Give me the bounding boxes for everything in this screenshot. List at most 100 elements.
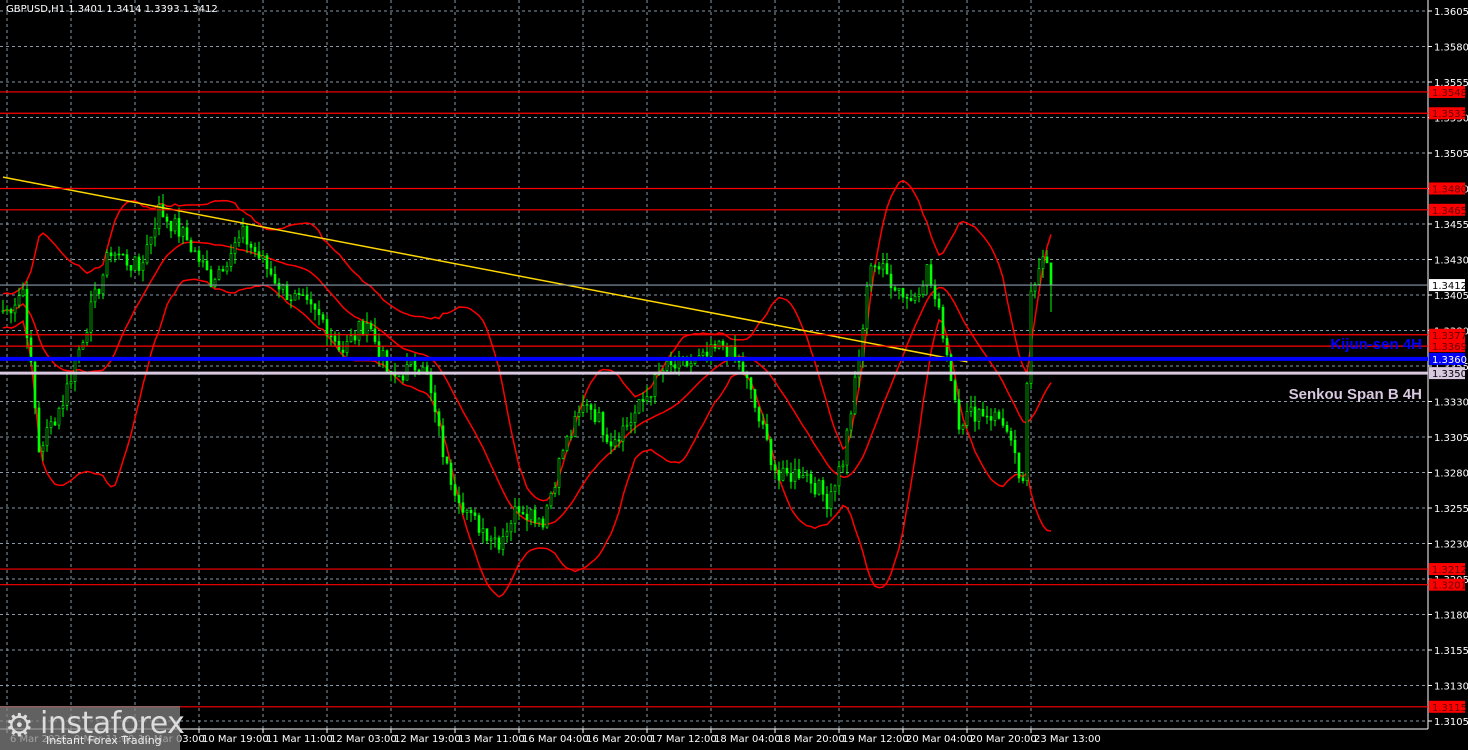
candle-body (309, 299, 313, 305)
candle-body (205, 260, 209, 271)
candle-body (249, 243, 253, 248)
symbol-ohlc-header: GBPUSD,H1 1.3401 1.3414 1.3393 1.3412 (6, 4, 218, 15)
candle-body (537, 518, 541, 524)
candle-body (473, 512, 477, 516)
candle-body (449, 462, 453, 485)
candle-body (221, 269, 225, 272)
candle-body (341, 349, 345, 353)
candle-body (369, 323, 373, 330)
candle-body (729, 345, 733, 359)
logo-tagline: Instant Forex Trading (46, 734, 162, 747)
candle-body (89, 301, 93, 333)
candle-body (705, 351, 709, 357)
candle-body (529, 509, 533, 521)
candle-body (241, 226, 245, 239)
candle-body (789, 472, 793, 482)
candle-body (49, 421, 53, 428)
candle-body (817, 480, 821, 495)
candle-body (361, 321, 365, 336)
candle-body (741, 361, 745, 373)
x-tick-label: 19 Mar 12:00 (842, 734, 909, 745)
candle-body (93, 288, 97, 303)
candle-body (429, 374, 433, 394)
price-chart[interactable]: 1.36051.35801.35551.35301.35051.34801.34… (0, 0, 1468, 750)
candle-body (185, 227, 189, 241)
candle-body (133, 256, 137, 271)
candle-body (217, 269, 221, 280)
candle-body (585, 404, 589, 406)
candle-body (465, 510, 469, 513)
y-tick-label: 1.3605 (1434, 7, 1468, 18)
candle-body (297, 293, 301, 295)
candle-body (121, 253, 125, 256)
candle-body (725, 345, 729, 359)
candle-body (181, 227, 185, 237)
candle-body (1025, 383, 1029, 481)
candle-body (669, 360, 673, 366)
candle-body (45, 427, 49, 447)
candle-body (505, 531, 509, 537)
candle-body (557, 458, 561, 488)
candle-body (305, 295, 309, 300)
x-tick-label: 20 Mar 04:00 (906, 734, 973, 745)
candle-body (553, 487, 557, 494)
candle-body (969, 406, 973, 412)
candle-body (137, 256, 141, 271)
candle-body (261, 255, 265, 259)
x-tick-label: 16 Mar 20:00 (586, 734, 653, 745)
candle-body (485, 528, 489, 541)
candle-body (61, 405, 65, 409)
level-price-label: 1.3377 (1432, 331, 1467, 342)
y-tick-label: 1.3505 (1434, 149, 1468, 160)
x-tick-label: 18 Mar 04:00 (714, 734, 781, 745)
candle-body (573, 416, 577, 437)
candle-body (769, 439, 773, 465)
candle-body (673, 364, 677, 369)
candle-body (941, 306, 945, 339)
candle-body (929, 264, 933, 286)
x-tick-label: 10 Mar 19:00 (202, 734, 269, 745)
candle-body (957, 399, 961, 430)
candle-body (933, 285, 937, 300)
candle-body (1049, 262, 1053, 286)
candle-body (689, 363, 693, 367)
candle-body (565, 436, 569, 452)
candle-body (633, 412, 637, 423)
candle-body (937, 298, 941, 308)
candle-body (649, 396, 653, 398)
candle-body (457, 495, 461, 504)
senkou-span-b-label: Senkou Span B 4H (1289, 386, 1422, 403)
candle-body (757, 407, 761, 422)
candle-body (97, 288, 101, 295)
candle-body (977, 408, 981, 422)
level-price-label: 1.3480 (1432, 185, 1467, 196)
candle-body (777, 469, 781, 481)
candle-body (237, 237, 241, 244)
y-tick-label: 1.3155 (1434, 646, 1468, 657)
level-price-label: 1.3350 (1432, 369, 1467, 380)
x-tick-label: 23 Mar 13:00 (1034, 734, 1101, 745)
candle-body (437, 411, 441, 427)
candle-body (345, 341, 349, 353)
candle-body (273, 274, 277, 284)
candle-body (25, 288, 29, 339)
candle-body (1041, 256, 1045, 269)
y-tick-label: 1.3580 (1434, 43, 1468, 54)
candle-body (109, 252, 113, 257)
y-tick-label: 1.3255 (1434, 504, 1468, 515)
candle-body (453, 484, 457, 496)
candle-body (401, 375, 405, 381)
candle-body (377, 341, 381, 359)
candle-body (833, 485, 837, 493)
candle-body (809, 473, 813, 484)
candle-body (993, 411, 997, 421)
candle-body (1, 310, 5, 313)
candle-body (1017, 452, 1021, 479)
level-price-label: 1.3533 (1432, 109, 1467, 120)
candle-body (9, 309, 13, 314)
candle-body (269, 268, 273, 275)
candle-body (365, 323, 369, 336)
kijun-sen-label: Kijun-sen 4H (1330, 336, 1422, 353)
candle-body (37, 407, 41, 452)
candle-body (129, 264, 133, 271)
